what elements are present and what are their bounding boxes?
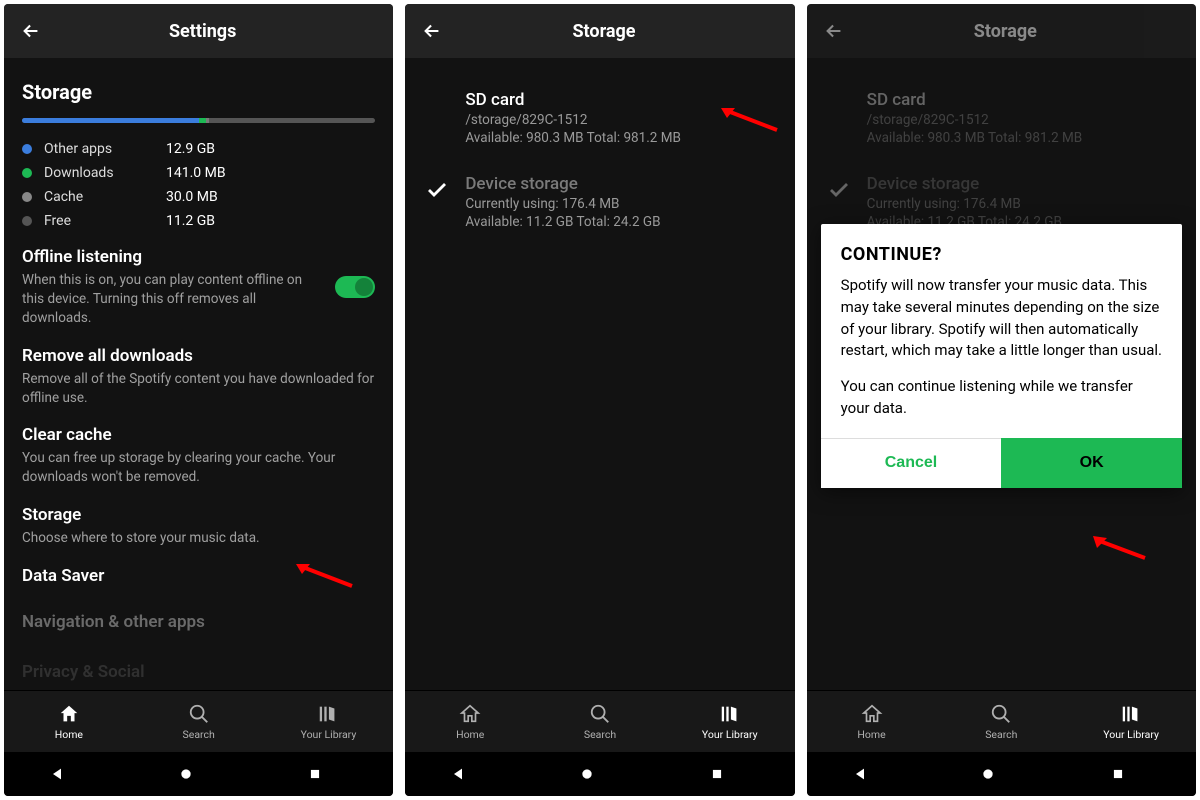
- confirm-dialog: CONTINUE? Spotify will now transfer your…: [821, 224, 1182, 488]
- section-privacy: Privacy & Social: [22, 662, 375, 682]
- search-icon: [990, 703, 1012, 725]
- nav-back-icon[interactable]: [450, 766, 490, 782]
- tab-search[interactable]: Search: [134, 691, 264, 752]
- screen-settings: Settings Storage Other apps 12.9 GB Down…: [4, 4, 393, 796]
- titlebar: Storage: [405, 4, 794, 58]
- clear-cache-button[interactable]: Clear cache You can free up storage by c…: [22, 425, 375, 487]
- dot-icon: [22, 144, 32, 154]
- library-icon: [317, 703, 339, 725]
- nav-recent-icon[interactable]: [308, 767, 348, 781]
- android-navbar: [807, 752, 1196, 796]
- tab-library[interactable]: Your Library: [665, 691, 795, 752]
- search-icon: [589, 703, 611, 725]
- nav-home-icon[interactable]: [580, 767, 620, 781]
- content: SD card /storage/829C-1512 Available: 98…: [405, 58, 794, 690]
- dialog-body: Spotify will now transfer your music dat…: [821, 275, 1182, 438]
- bottom-tabs: Home Search Your Library: [807, 690, 1196, 752]
- tab-home[interactable]: Home: [807, 691, 937, 752]
- storage-legend: Other apps 12.9 GB Downloads 141.0 MB Ca…: [22, 141, 375, 229]
- page-title: Storage: [831, 21, 1180, 42]
- offline-listening-toggle[interactable]: Offline listening When this is on, you c…: [22, 247, 375, 328]
- tab-library[interactable]: Your Library: [1066, 691, 1196, 752]
- page-title: Storage: [429, 21, 778, 42]
- home-icon: [861, 703, 883, 725]
- legend-cache: Cache 30.0 MB: [22, 189, 375, 205]
- dot-icon: [22, 192, 32, 202]
- tab-home[interactable]: Home: [4, 691, 134, 752]
- dot-icon: [22, 168, 32, 178]
- section-heading-storage: Storage: [22, 80, 375, 104]
- content: Storage Other apps 12.9 GB Downloads 141…: [4, 58, 393, 690]
- dot-icon: [22, 216, 32, 226]
- toggle-icon[interactable]: [335, 276, 375, 298]
- tab-library[interactable]: Your Library: [264, 691, 394, 752]
- remove-downloads-button[interactable]: Remove all downloads Remove all of the S…: [22, 346, 375, 408]
- home-icon: [459, 703, 481, 725]
- nav-home-icon[interactable]: [179, 767, 219, 781]
- nav-back-icon[interactable]: [49, 766, 89, 782]
- nav-recent-icon[interactable]: [710, 767, 750, 781]
- option-device-storage[interactable]: Device storage Currently using: 176.4 MB…: [423, 160, 776, 244]
- legend-free: Free 11.2 GB: [22, 213, 375, 229]
- nav-back-icon[interactable]: [852, 766, 892, 782]
- storage-location-button[interactable]: Storage Choose where to store your music…: [22, 505, 375, 548]
- screen-confirm-dialog: Storage SD card /storage/829C-1512 Avail…: [807, 4, 1196, 796]
- checkmark-icon: [825, 174, 853, 230]
- library-icon: [1120, 703, 1142, 725]
- cancel-button[interactable]: Cancel: [821, 438, 1002, 488]
- ok-button[interactable]: OK: [1001, 438, 1182, 488]
- data-saver-button[interactable]: Data Saver: [22, 566, 375, 586]
- page-title: Settings: [28, 21, 377, 42]
- search-icon: [188, 703, 210, 725]
- home-icon: [58, 703, 80, 725]
- nav-recent-icon[interactable]: [1111, 767, 1151, 781]
- legend-downloads: Downloads 141.0 MB: [22, 165, 375, 181]
- option-sd-card[interactable]: SD card /storage/829C-1512 Available: 98…: [423, 76, 776, 160]
- section-nav-apps: Navigation & other apps: [22, 612, 375, 632]
- check-placeholder: [423, 90, 451, 146]
- dialog-actions: Cancel OK: [821, 438, 1182, 488]
- legend-other-apps: Other apps 12.9 GB: [22, 141, 375, 157]
- checkmark-icon: [423, 174, 451, 230]
- screen-storage-select: Storage SD card /storage/829C-1512 Avail…: [405, 4, 794, 796]
- nav-home-icon[interactable]: [981, 767, 1021, 781]
- titlebar: Storage: [807, 4, 1196, 58]
- titlebar: Settings: [4, 4, 393, 58]
- tab-home[interactable]: Home: [405, 691, 535, 752]
- library-icon: [719, 703, 741, 725]
- option-sd-card: SD card /storage/829C-1512 Available: 98…: [825, 76, 1178, 160]
- android-navbar: [4, 752, 393, 796]
- bottom-tabs: Home Search Your Library: [405, 690, 794, 752]
- tab-search[interactable]: Search: [535, 691, 665, 752]
- tab-search[interactable]: Search: [936, 691, 1066, 752]
- android-navbar: [405, 752, 794, 796]
- bottom-tabs: Home Search Your Library: [4, 690, 393, 752]
- dialog-title: CONTINUE?: [821, 224, 1182, 275]
- storage-bar: [22, 118, 375, 123]
